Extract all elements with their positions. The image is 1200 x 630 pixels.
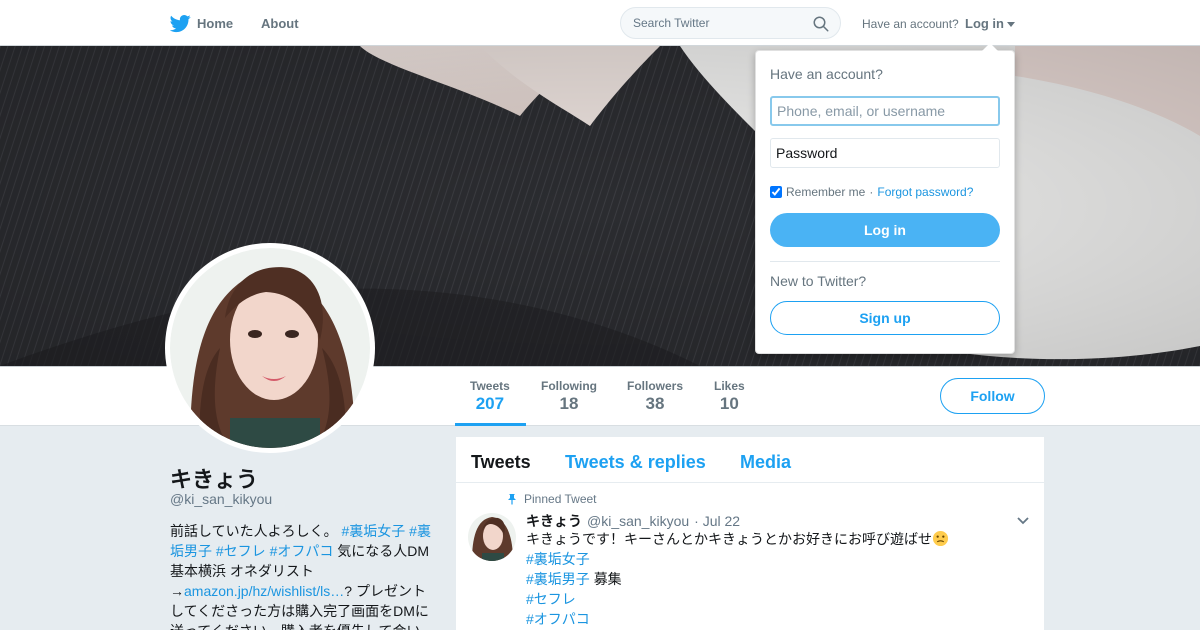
profile-name: キきょう [170,467,259,492]
emoji-icon [932,530,949,547]
tweet-body-text: 募集 [593,571,622,587]
tab-tweets[interactable]: Tweets [471,452,531,473]
tab-media[interactable]: Media [740,452,791,473]
stat-value: 10 [719,394,739,413]
tweet-avatar[interactable] [468,513,516,561]
stat-likes[interactable]: Likes 10 [714,379,745,414]
stat-label: Followers [627,379,684,393]
bio-hashtag[interactable]: #セフレ [216,543,266,559]
tweet-header: キきょう @ki_san_kikyou · Jul 22 [526,511,740,531]
tweet-body-text: キきょうです！キーさんとかキきょうとかお好きにお呼び遊ばせ [526,531,932,547]
timeline: Tweets Tweets & replies Media Pinned Twe… [456,437,1044,630]
bio-text: 前話していた人よろしく。 [170,523,338,539]
new-to-twitter-text: New to Twitter? [770,273,867,289]
login-dropdown: Have an account? Remember me · Forgot pa… [755,43,1015,354]
tab-tweets-replies[interactable]: Tweets & replies [565,452,706,473]
stat-label: Tweets [470,379,510,393]
login-dropdown-title: Have an account? [770,66,883,82]
bio-hashtag[interactable]: #オフパコ [270,543,334,559]
chevron-down-icon[interactable] [1016,514,1030,528]
bio-hashtag[interactable]: #裏垢女子 [341,523,405,539]
profile-avatar[interactable] [165,243,375,453]
stat-following[interactable]: Following 18 [541,379,597,414]
tweet-date[interactable]: · Jul 22 [694,513,740,529]
separator-dot: · [869,185,874,199]
remember-me-row: Remember me · Forgot password? [770,185,973,199]
tweet-hashtag[interactable]: #裏垢男子 [526,571,590,587]
remember-me-label: Remember me [786,185,866,199]
stat-value: 207 [475,394,505,413]
nav-home-link[interactable]: Home [170,13,233,34]
tweet-author-handle[interactable]: @ki_san_kikyou [587,513,689,529]
login-dropdown-toggle[interactable]: Log in [965,16,1015,31]
stat-label: Following [541,379,597,393]
login-button[interactable]: Log in [770,213,1000,247]
pinned-tweet-label: Pinned Tweet [506,492,597,506]
tweet-hashtag[interactable]: #裏垢女子 [526,551,590,567]
username-field[interactable] [770,96,1000,126]
follow-button[interactable]: Follow [940,378,1045,414]
nav-home-label: Home [197,16,234,31]
bio-link[interactable]: amazon.jp/hz/wishlist/ls… [184,583,344,599]
nav-about-link[interactable]: About [261,16,299,31]
stat-tweets[interactable]: Tweets 207 [470,379,510,414]
caret-down-icon [1007,21,1015,27]
active-stat-underline [455,423,526,426]
profile-handle[interactable]: @ki_san_kikyou [170,491,272,507]
search-box [620,7,841,39]
top-navigation-bar: Home About Have an account? Log in [0,0,1200,46]
forgot-password-link[interactable]: Forgot password? [877,185,973,199]
password-field[interactable] [770,138,1000,168]
timeline-tabs: Tweets Tweets & replies Media [456,437,1044,483]
tweet-hashtag[interactable]: #セフレ [526,591,576,607]
stat-followers[interactable]: Followers 38 [627,379,683,414]
tweet-author-name[interactable]: キきょう [526,511,582,531]
pinned-text: Pinned Tweet [524,492,597,506]
profile-bio: 前話していた人よろしく。 #裏垢女子 #裏垢男子 #セフレ #オフパコ 気になる… [170,521,432,630]
search-input[interactable] [633,16,803,30]
tweet-hashtag[interactable]: #オフパコ [526,611,590,627]
pin-icon [508,494,516,505]
twitter-bird-icon [170,15,191,33]
stat-label: Likes [714,379,745,393]
have-account-text: Have an account? [862,17,959,31]
signup-button[interactable]: Sign up [770,301,1000,335]
remember-me-checkbox[interactable] [770,186,782,198]
tweet-text: キきょうです！キーさんとかキきょうとかお好きにお呼び遊ばせ #裏垢女子 #裏垢男… [526,529,949,629]
dropdown-divider [770,261,1000,262]
stat-value: 38 [645,394,665,413]
stat-value: 18 [559,394,579,413]
search-icon[interactable] [812,15,830,33]
login-toggle-label: Log in [965,16,1004,31]
